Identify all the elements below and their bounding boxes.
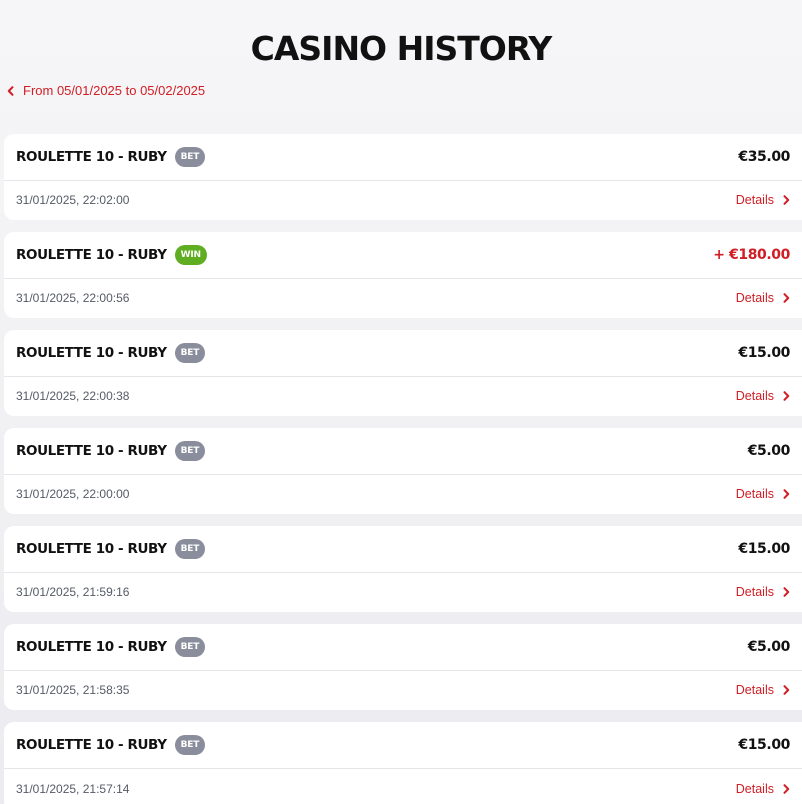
chevron-right-icon [783, 293, 790, 303]
transaction-footer: 31/01/2025, 21:58:35 Details [4, 671, 802, 709]
status-badge: WIN [174, 245, 207, 265]
details-label: Details [735, 683, 774, 697]
transaction-card: ROULETTE 10 - RUBY WIN + €180.00 31/01/2… [4, 232, 802, 318]
details-link[interactable]: Details [736, 671, 790, 709]
chevron-right-icon [783, 195, 790, 205]
transaction-header: ROULETTE 10 - RUBY BET €35.00 [4, 134, 802, 181]
chevron-left-icon [6, 86, 15, 96]
transaction-amount: €15.00 [738, 737, 790, 753]
details-link[interactable]: Details [736, 279, 790, 317]
transaction-amount: €5.00 [747, 639, 791, 655]
details-label: Details [735, 487, 774, 501]
chevron-right-icon [783, 685, 790, 695]
game-name: ROULETTE 10 - RUBY [16, 541, 167, 557]
game-name: ROULETTE 10 - RUBY [16, 345, 167, 361]
details-label: Details [735, 193, 774, 207]
transaction-header: ROULETTE 10 - RUBY BET €15.00 [4, 330, 802, 377]
status-badge: BET [174, 539, 206, 559]
transaction-footer: 31/01/2025, 22:00:00 Details [4, 475, 802, 513]
transaction-timestamp: 31/01/2025, 22:02:00 [16, 193, 130, 207]
transaction-footer: 31/01/2025, 22:00:56 Details [4, 279, 802, 317]
transaction-header: ROULETTE 10 - RUBY WIN + €180.00 [4, 232, 802, 279]
game-name: ROULETTE 10 - RUBY [16, 639, 167, 655]
transaction-card: ROULETTE 10 - RUBY BET €5.00 31/01/2025,… [4, 428, 802, 514]
date-range-filter[interactable]: From 05/01/2025 to 05/02/2025 [6, 82, 205, 100]
date-range-label: From 05/01/2025 to 05/02/2025 [23, 83, 206, 98]
game-name: ROULETTE 10 - RUBY [16, 149, 167, 165]
transaction-amount: + €180.00 [713, 247, 790, 263]
details-link[interactable]: Details [736, 475, 790, 513]
transaction-footer: 31/01/2025, 22:00:38 Details [4, 377, 802, 415]
game-name: ROULETTE 10 - RUBY [16, 247, 167, 263]
chevron-right-icon [783, 391, 790, 401]
transaction-timestamp: 31/01/2025, 21:58:35 [16, 683, 130, 697]
transaction-amount: €15.00 [738, 345, 790, 361]
page-title: CASINO HISTORY [250, 29, 553, 68]
transaction-amount: €5.00 [747, 443, 791, 459]
details-link[interactable]: Details [736, 181, 790, 219]
status-badge: BET [174, 343, 206, 363]
status-badge: BET [174, 735, 206, 755]
transaction-card: ROULETTE 10 - RUBY BET €15.00 31/01/2025… [4, 526, 802, 612]
transaction-footer: 31/01/2025, 21:57:14 Details [4, 769, 802, 804]
status-badge: BET [174, 441, 206, 461]
transaction-timestamp: 31/01/2025, 22:00:38 [16, 389, 130, 403]
details-label: Details [735, 291, 774, 305]
chevron-right-icon [783, 784, 790, 794]
transaction-timestamp: 31/01/2025, 21:57:14 [16, 782, 130, 796]
transaction-card: ROULETTE 10 - RUBY BET €35.00 31/01/2025… [4, 134, 802, 220]
chevron-right-icon [783, 489, 790, 499]
details-link[interactable]: Details [736, 573, 790, 611]
game-name: ROULETTE 10 - RUBY [16, 737, 167, 753]
details-link[interactable]: Details [736, 769, 790, 804]
transaction-header: ROULETTE 10 - RUBY BET €5.00 [4, 624, 802, 671]
details-link[interactable]: Details [736, 377, 790, 415]
transaction-card: ROULETTE 10 - RUBY BET €15.00 31/01/2025… [4, 722, 802, 804]
transaction-header: ROULETTE 10 - RUBY BET €15.00 [4, 722, 802, 769]
details-label: Details [735, 585, 774, 599]
status-badge: BET [174, 637, 206, 657]
transaction-card: ROULETTE 10 - RUBY BET €15.00 31/01/2025… [4, 330, 802, 416]
transaction-header: ROULETTE 10 - RUBY BET €15.00 [4, 526, 802, 573]
transaction-amount: €35.00 [738, 149, 790, 165]
status-badge: BET [174, 147, 206, 167]
transaction-timestamp: 31/01/2025, 21:59:16 [16, 585, 130, 599]
transaction-footer: 31/01/2025, 21:59:16 Details [4, 573, 802, 611]
transaction-timestamp: 31/01/2025, 22:00:56 [16, 291, 130, 305]
transaction-header: ROULETTE 10 - RUBY BET €5.00 [4, 428, 802, 475]
transaction-list: ROULETTE 10 - RUBY BET €35.00 31/01/2025… [4, 134, 802, 804]
transaction-footer: 31/01/2025, 22:02:00 Details [4, 181, 802, 219]
details-label: Details [735, 389, 774, 403]
transaction-amount: €15.00 [738, 541, 790, 557]
game-name: ROULETTE 10 - RUBY [16, 443, 167, 459]
chevron-right-icon [783, 587, 790, 597]
transaction-timestamp: 31/01/2025, 22:00:00 [16, 487, 130, 501]
details-label: Details [735, 782, 774, 796]
transaction-card: ROULETTE 10 - RUBY BET €5.00 31/01/2025,… [4, 624, 802, 710]
